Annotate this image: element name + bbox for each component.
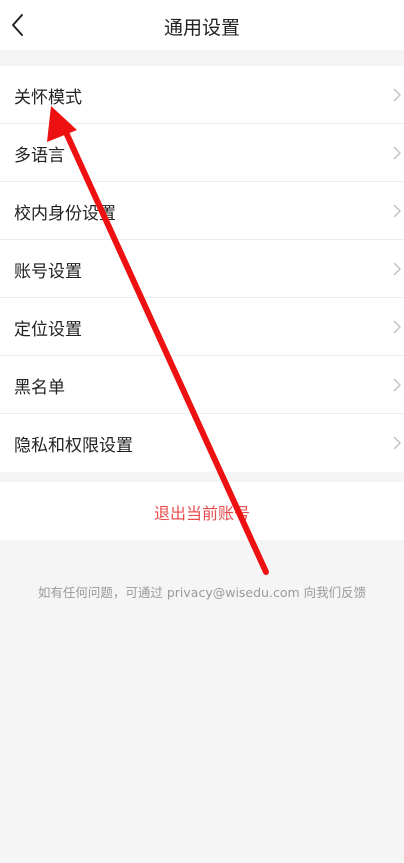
settings-item-label: 关怀模式 xyxy=(14,88,82,108)
chevron-right-icon xyxy=(393,88,402,102)
settings-item-label: 隐私和权限设置 xyxy=(14,436,133,456)
chevron-right-icon xyxy=(393,262,402,276)
settings-item-language[interactable]: 多语言 xyxy=(0,124,404,182)
footer-note: 如有任何问题，可通过 privacy@wisedu.com 向我们反馈 xyxy=(37,585,367,600)
page-title: 通用设置 xyxy=(163,17,240,39)
chevron-right-icon xyxy=(393,146,402,160)
settings-list: 关怀模式 多语言 校内身份设置 账号设置 定位设置 黑名单 隐私和权限设置 xyxy=(0,66,404,472)
settings-item-privacy[interactable]: 隐私和权限设置 xyxy=(0,414,404,472)
settings-item-label: 校内身份设置 xyxy=(14,204,116,224)
logout-button[interactable]: 退出当前账号 xyxy=(0,482,404,540)
settings-item-care-mode[interactable]: 关怀模式 xyxy=(0,66,404,124)
settings-item-blacklist[interactable]: 黑名单 xyxy=(0,356,404,414)
nav-bar: 通用设置 xyxy=(0,0,404,50)
settings-item-label: 多语言 xyxy=(14,146,65,166)
chevron-right-icon xyxy=(393,378,402,392)
chevron-right-icon xyxy=(393,436,402,450)
settings-item-label: 账号设置 xyxy=(14,262,82,282)
chevron-right-icon xyxy=(393,320,402,334)
chevron-right-icon xyxy=(393,204,402,218)
settings-item-location[interactable]: 定位设置 xyxy=(0,298,404,356)
settings-item-label: 黑名单 xyxy=(14,378,65,398)
settings-item-campus-identity[interactable]: 校内身份设置 xyxy=(0,182,404,240)
settings-item-label: 定位设置 xyxy=(14,320,82,340)
settings-item-account[interactable]: 账号设置 xyxy=(0,240,404,298)
logout-label: 退出当前账号 xyxy=(153,504,250,523)
